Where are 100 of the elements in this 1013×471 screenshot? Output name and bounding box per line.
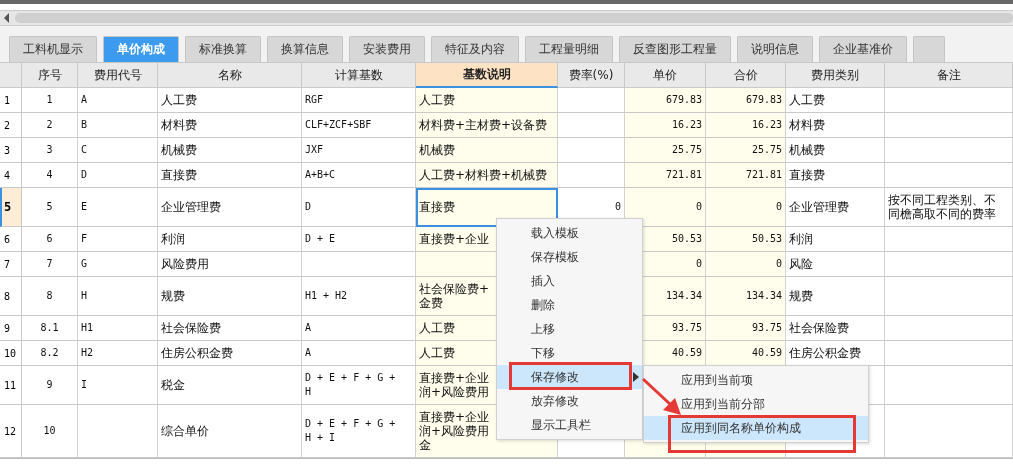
cell-text: 人工费 [789, 93, 825, 107]
cell-text: 人工费 [419, 346, 455, 360]
row-number[interactable]: 3 [0, 138, 22, 163]
cell-text: 直接费 [161, 168, 197, 182]
menu-item[interactable]: 插入 [497, 269, 642, 293]
tab[interactable]: 说明信息 [737, 36, 813, 62]
row-number[interactable]: 5 [0, 188, 22, 227]
cell-text: 企业管理费 [789, 200, 849, 214]
tab[interactable]: 换算信息 [267, 36, 343, 62]
column-header[interactable]: 名称 [158, 63, 302, 88]
cell-text: 规费 [789, 289, 813, 303]
tab[interactable]: 特征及内容 [431, 36, 519, 62]
cell-text: 社会保险费 [789, 321, 849, 335]
row-number[interactable]: 11 [0, 366, 22, 405]
cell-text: 人工费+材料费+机械费 [419, 168, 548, 182]
cell-text: 润+风险费用 [419, 424, 490, 438]
cell-text: 综合单价 [161, 424, 209, 438]
menu-item[interactable]: 保存模板 [497, 245, 642, 269]
cell-text: D [305, 200, 312, 214]
cell-text: F [81, 232, 88, 246]
column-header[interactable]: 费用代号 [78, 63, 158, 88]
tab[interactable]: 企业基准价 [819, 36, 907, 62]
annotation-arrow [641, 377, 683, 417]
column-header[interactable]: 序号 [22, 63, 78, 88]
cell-text: 按不同工程类别、不同檐高取不同的费率 [888, 193, 997, 221]
row-number[interactable]: 9 [0, 316, 22, 341]
cell-text: 679.83 [665, 93, 702, 107]
cell-text: 机械费 [789, 143, 825, 157]
column-header[interactable]: 合价 [706, 63, 786, 88]
column-header[interactable]: 计算基数 [302, 63, 416, 88]
cell-text: 风险费用 [161, 257, 209, 271]
cell-text: 50.53 [671, 232, 702, 246]
cell-text: 直接费+企业 [419, 410, 490, 424]
cell-text: 8 [46, 289, 53, 303]
row-number[interactable]: 7 [0, 252, 22, 277]
cell-text: 0 [695, 257, 702, 271]
tab[interactable]: 安装费用 [349, 36, 425, 62]
cell-text: H [81, 289, 88, 303]
cell-text: B [81, 118, 88, 132]
cell-text: 机械费 [419, 143, 455, 157]
menu-item[interactable]: 应用到同名称单价构成 [644, 416, 868, 440]
cell-text: 企业管理费 [161, 200, 221, 214]
row-number[interactable]: 8 [0, 277, 22, 316]
cell-text: 16.23 [671, 118, 702, 132]
menu-item[interactable]: 下移 [497, 341, 642, 365]
column-header[interactable]: 费率(%) [558, 63, 625, 88]
column-header[interactable]: 单价 [625, 63, 706, 88]
cell-text: 4 [46, 168, 53, 182]
column-header[interactable]: 费用类别 [786, 63, 885, 88]
cell-text: 社会保险费 [161, 321, 221, 335]
cell-text: 25.75 [751, 143, 782, 157]
cell-text: E [81, 200, 88, 214]
menu-item[interactable]: 显示工具栏 [497, 413, 642, 437]
cell-text: D [81, 168, 88, 182]
row-number[interactable]: 10 [0, 341, 22, 366]
cell-text: 93.75 [751, 321, 782, 335]
cell-text: 40.59 [671, 346, 702, 360]
cell-text: 8.1 [40, 321, 59, 335]
cell-text: CLF+ZCF+SBF [305, 118, 372, 132]
menu-item[interactable]: 应用到当前分部 [644, 392, 868, 416]
cell-text: G [81, 257, 88, 271]
cell-text: 1 [46, 93, 53, 107]
horizontal-scrollbar[interactable] [0, 10, 1013, 26]
cell-text: 3 [46, 143, 53, 157]
tab[interactable]: 标准换算 [185, 36, 261, 62]
cell-text: 10 [43, 424, 56, 438]
menu-item[interactable]: 载入模板 [497, 221, 642, 245]
tab[interactable]: 工料机显示 [9, 36, 97, 62]
scroll-left-icon[interactable] [4, 13, 10, 23]
cell-text: 16.23 [751, 118, 782, 132]
column-header[interactable]: 备注 [885, 63, 1013, 88]
cell-text: 25.75 [671, 143, 702, 157]
menu-item[interactable]: 放弃修改 [497, 389, 642, 413]
menu-item[interactable]: 上移 [497, 317, 642, 341]
cell-text: 0 [775, 200, 782, 214]
cell-text: 50.53 [751, 232, 782, 246]
row-number[interactable]: 2 [0, 113, 22, 138]
cell-text: 人工费 [419, 321, 455, 335]
menu-item[interactable]: 删除 [497, 293, 642, 317]
tab[interactable] [913, 36, 945, 62]
tab[interactable]: 反查图形工程量 [619, 36, 731, 62]
cell-text: 0 [775, 257, 782, 271]
cell-text: D + E [305, 232, 336, 246]
row-number[interactable]: 1 [0, 88, 22, 113]
cell-text: D + E + F + G + H [305, 371, 396, 399]
cell-text: 规费 [161, 289, 185, 303]
menu-item[interactable]: 应用到当前项 [644, 368, 868, 392]
cell-text: 93.75 [671, 321, 702, 335]
cell-text: JXF [305, 143, 324, 157]
column-header[interactable]: 基数说明 [416, 63, 558, 88]
row-number[interactable]: 4 [0, 163, 22, 188]
cell-text: 8.2 [40, 346, 59, 360]
cell-text: A+B+C [305, 168, 336, 182]
row-number[interactable]: 12 [0, 405, 22, 458]
cell-text: 金 [419, 438, 432, 452]
cell-text: 7 [46, 257, 53, 271]
tab[interactable]: 工程量明细 [525, 36, 613, 62]
cell-text: 721.81 [665, 168, 702, 182]
cell-text: 直接费+企业 [419, 232, 490, 246]
row-number[interactable]: 6 [0, 227, 22, 252]
